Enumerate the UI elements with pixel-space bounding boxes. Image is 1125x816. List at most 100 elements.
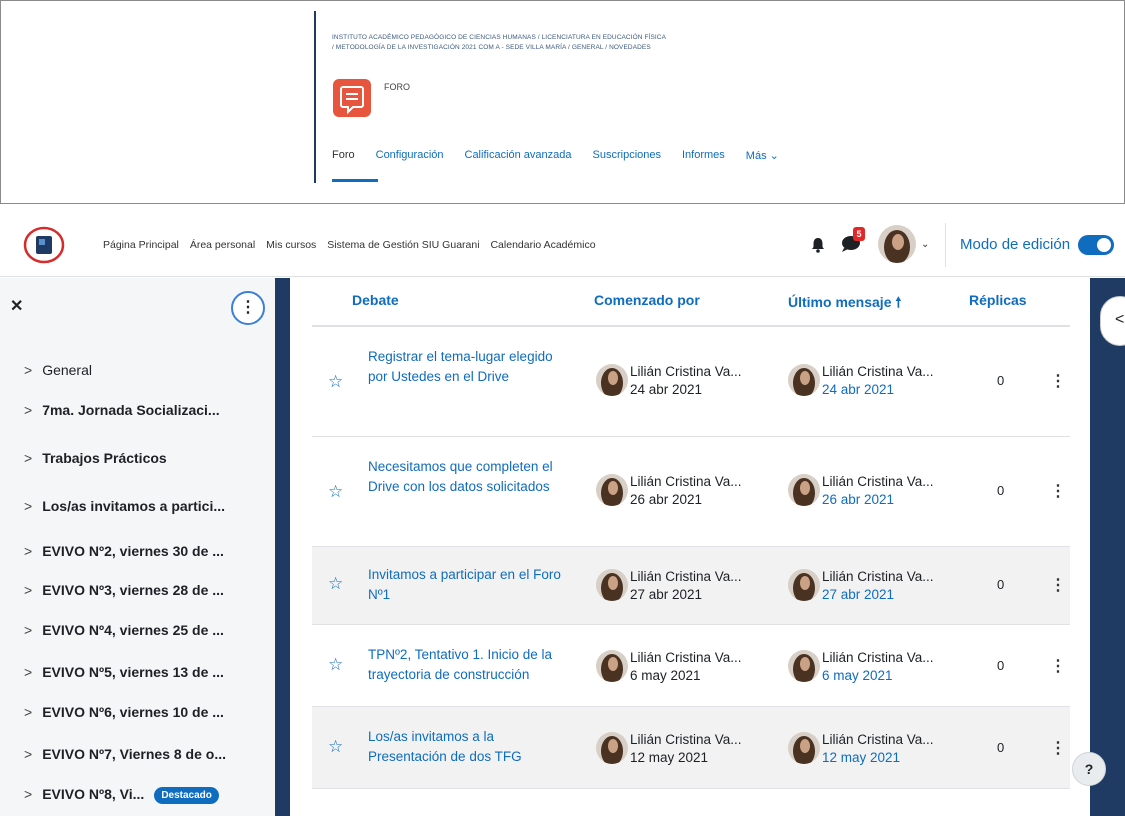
last-post-date-link[interactable]: 6 may 2021 xyxy=(822,667,934,685)
last-author-name[interactable]: Lilián Cristina Va... xyxy=(822,474,934,489)
column-header-started-by[interactable]: Comenzado por xyxy=(594,292,700,308)
nav-siu-guarani[interactable]: Sistema de Gestión SIU Guarani xyxy=(327,239,479,251)
sort-arrow-up-icon: 🠕 xyxy=(895,294,902,310)
column-header-debate[interactable]: Debate xyxy=(352,292,399,308)
course-section[interactable]: >7ma. Jornada Socializaci... xyxy=(24,402,220,418)
discussion-title-link[interactable]: Los/as invitamos a la Presentación de do… xyxy=(368,727,568,767)
row-actions-icon[interactable]: ⋮ xyxy=(1050,481,1066,501)
started-date: 26 abr 2021 xyxy=(630,492,703,507)
tab-forum[interactable]: Foro xyxy=(332,149,355,162)
author-avatar[interactable] xyxy=(596,650,628,682)
column-header-replies[interactable]: Réplicas xyxy=(969,292,1027,308)
author-name[interactable]: Lilián Cristina Va... xyxy=(630,364,742,379)
open-block-drawer-button[interactable]: < xyxy=(1100,296,1125,346)
last-post-date-link[interactable]: 12 may 2021 xyxy=(822,749,934,767)
course-section[interactable]: > EVIVO Nº5, viernes 13 de ... xyxy=(24,664,224,680)
course-section[interactable]: > EVIVO Nº2, viernes 30 de ... xyxy=(24,543,224,559)
tab-reports[interactable]: Informes xyxy=(682,149,725,162)
more-options-icon[interactable]: ⋮ xyxy=(231,291,265,325)
discussion-title-link[interactable]: Invitamos a participar en el Foro Nº1 xyxy=(368,565,568,605)
row-actions-icon[interactable]: ⋮ xyxy=(1050,738,1066,758)
started-by-cell: Lilián Cristina Va... 26 abr 2021 xyxy=(630,473,742,509)
chevron-right-icon: > xyxy=(24,450,33,466)
author-avatar[interactable] xyxy=(596,732,628,764)
chevron-right-icon: > xyxy=(24,622,33,638)
last-author-name[interactable]: Lilián Cristina Va... xyxy=(822,650,934,665)
activity-tabs: Foro Configuración Calificación avanzada… xyxy=(332,149,800,162)
last-author-name[interactable]: Lilián Cristina Va... xyxy=(822,364,934,379)
last-author-avatar[interactable] xyxy=(788,650,820,682)
site-logo[interactable] xyxy=(23,226,65,264)
author-avatar[interactable] xyxy=(596,364,628,396)
column-header-last-post[interactable]: Último mensaje 🠕 xyxy=(788,292,901,316)
discussion-row: ☆ Los/as invitamos a la Presentación de … xyxy=(312,707,1070,789)
nav-dashboard[interactable]: Área personal xyxy=(190,239,255,251)
last-author-avatar[interactable] xyxy=(788,732,820,764)
last-post-cell: Lilián Cristina Va... 26 abr 2021 xyxy=(822,473,934,509)
author-name[interactable]: Lilián Cristina Va... xyxy=(630,474,742,489)
last-post-cell: Lilián Cristina Va... 12 may 2021 xyxy=(822,731,934,767)
author-avatar[interactable] xyxy=(596,474,628,506)
course-section[interactable]: > Trabajos Prácticos xyxy=(24,450,167,466)
discussion-row: ☆ TPNº2, Tentativo 1. Inicio de la traye… xyxy=(312,625,1070,707)
breadcrumb-line-1[interactable]: INSTITUTO ACADÉMICO PEDAGÓGICO DE CIENCI… xyxy=(332,34,666,41)
course-section[interactable]: > EVIVO Nº4, viernes 25 de ... xyxy=(24,622,224,638)
discussion-title-link[interactable]: TPNº2, Tentativo 1. Inicio de la trayect… xyxy=(368,645,568,685)
tab-advanced-grading[interactable]: Calificación avanzada xyxy=(465,149,572,162)
replies-count: 0 xyxy=(997,658,1005,673)
tab-subscriptions[interactable]: Suscripciones xyxy=(593,149,661,162)
last-author-avatar[interactable] xyxy=(788,569,820,601)
row-actions-icon[interactable]: ⋮ xyxy=(1050,371,1066,391)
edit-mode-toggle[interactable] xyxy=(1078,235,1114,255)
last-author-name[interactable]: Lilián Cristina Va... xyxy=(822,569,934,584)
course-section[interactable]: > General xyxy=(24,362,92,378)
last-author-name[interactable]: Lilián Cristina Va... xyxy=(822,732,934,747)
last-author-avatar[interactable] xyxy=(788,474,820,506)
navbar-divider xyxy=(945,223,946,267)
author-avatar[interactable] xyxy=(596,569,628,601)
chevron-right-icon: > xyxy=(24,498,33,514)
course-section[interactable]: > Los/as invitamos a partici... xyxy=(24,498,225,514)
replies-count: 0 xyxy=(997,740,1005,755)
course-section[interactable]: > EVIVO Nº8, Vi... Destacado xyxy=(24,786,219,804)
close-icon[interactable]: ✕ xyxy=(10,296,23,316)
course-section[interactable]: > EVIVO Nº3, viernes 28 de ... xyxy=(24,582,224,598)
started-by-cell: Lilián Cristina Va... 27 abr 2021 xyxy=(630,568,742,604)
author-name[interactable]: Lilián Cristina Va... xyxy=(630,569,742,584)
chevron-right-icon: > xyxy=(24,402,33,418)
author-name[interactable]: Lilián Cristina Va... xyxy=(630,650,742,665)
started-by-cell: Lilián Cristina Va... 12 may 2021 xyxy=(630,731,742,767)
forum-icon xyxy=(333,79,371,117)
tab-more[interactable]: Más ⌄ xyxy=(746,149,779,162)
last-author-avatar[interactable] xyxy=(788,364,820,396)
discussion-row: ☆ Invitamos a participar en el Foro Nº1 … xyxy=(312,547,1070,625)
nav-my-courses[interactable]: Mis cursos xyxy=(266,239,316,251)
chevron-down-icon[interactable]: ⌄ xyxy=(921,239,929,250)
course-section[interactable]: > EVIVO Nº6, viernes 10 de ... xyxy=(24,704,224,720)
last-post-date-link[interactable]: 27 abr 2021 xyxy=(822,586,934,604)
star-icon[interactable]: ☆ xyxy=(328,372,343,392)
last-post-date-link[interactable]: 24 abr 2021 xyxy=(822,381,934,399)
replies-count: 0 xyxy=(997,577,1005,592)
star-icon[interactable]: ☆ xyxy=(328,737,343,757)
last-post-date-link[interactable]: 26 abr 2021 xyxy=(822,491,934,509)
bell-icon[interactable] xyxy=(811,237,825,253)
last-post-cell: Lilián Cristina Va... 24 abr 2021 xyxy=(822,363,934,399)
discussion-title-link[interactable]: Necesitamos que completen el Drive con l… xyxy=(368,457,568,497)
course-section[interactable]: > EVIVO Nº7, Viernes 8 de o... xyxy=(24,746,226,762)
star-icon[interactable]: ☆ xyxy=(328,574,343,594)
chevron-right-icon: > xyxy=(24,664,33,680)
star-icon[interactable]: ☆ xyxy=(328,655,343,675)
star-icon[interactable]: ☆ xyxy=(328,482,343,502)
row-actions-icon[interactable]: ⋮ xyxy=(1050,656,1066,676)
user-avatar[interactable] xyxy=(878,225,916,263)
row-actions-icon[interactable]: ⋮ xyxy=(1050,575,1066,595)
breadcrumb-line-2[interactable]: / METODOLOGÍA DE LA INVESTIGACIÓN 2021 C… xyxy=(332,44,651,51)
activity-header-frame: INSTITUTO ACADÉMICO PEDAGÓGICO DE CIENCI… xyxy=(0,0,1125,204)
help-button[interactable]: ? xyxy=(1072,752,1106,786)
discussion-title-link[interactable]: Registrar el tema-lugar elegido por Uste… xyxy=(368,347,568,387)
tab-settings[interactable]: Configuración xyxy=(376,149,444,162)
nav-academic-calendar[interactable]: Calendario Académico xyxy=(490,239,595,251)
author-name[interactable]: Lilián Cristina Va... xyxy=(630,732,742,747)
nav-home[interactable]: Página Principal xyxy=(103,239,179,251)
